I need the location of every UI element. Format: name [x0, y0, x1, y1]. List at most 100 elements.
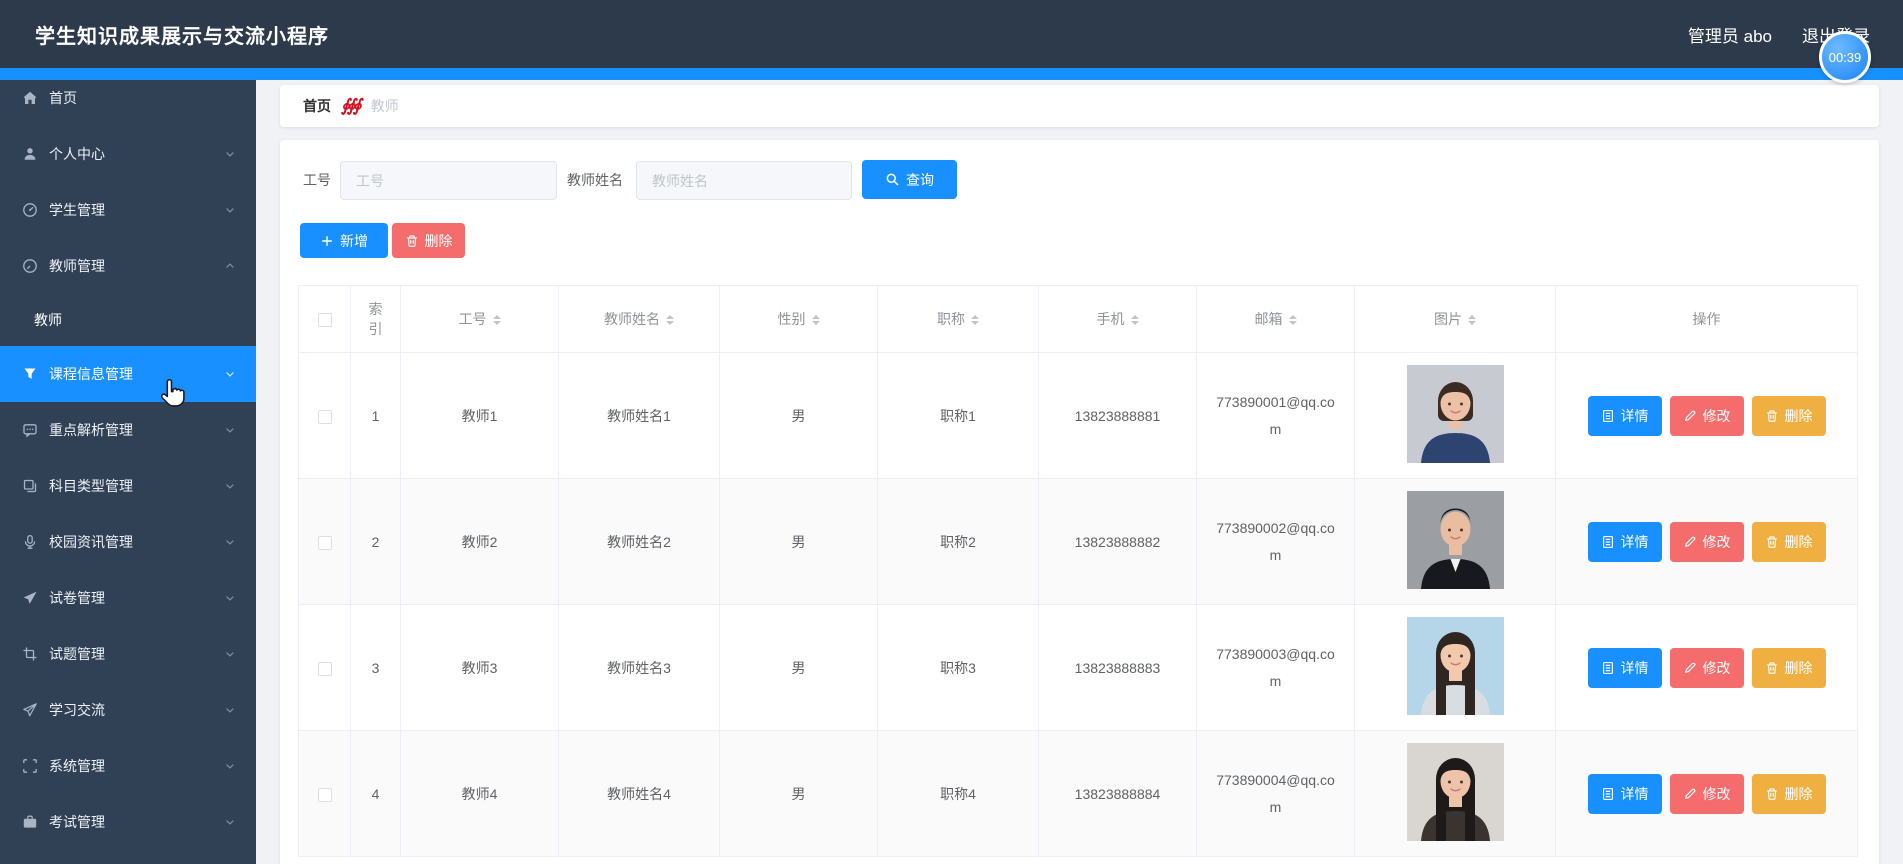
teacher-photo	[1406, 743, 1504, 841]
detail-button[interactable]: 详情	[1587, 521, 1662, 562]
sort-caret-icon[interactable]	[1468, 311, 1476, 329]
trash-icon	[405, 234, 419, 248]
chevron-down-icon	[224, 368, 236, 380]
sidebar-item-label: 个人中心	[49, 146, 105, 162]
cell-title: 职称4	[877, 730, 1039, 857]
table-row: 4 教师4 教师姓名4 男职称4 13823888884 773890004@qq.com…	[298, 730, 1858, 857]
mic-icon	[22, 534, 38, 550]
chevron-down-icon	[224, 424, 236, 436]
edit-button[interactable]: 修改	[1669, 395, 1744, 436]
col-header-label: 邮箱	[1254, 310, 1283, 327]
send-o-icon	[22, 702, 38, 718]
cell-checkbox	[298, 352, 351, 479]
row-checkbox[interactable]	[317, 409, 332, 424]
cell-checkbox	[298, 730, 351, 857]
table-row: 1 教师1 教师姓名1 男职称1 13823888881 773890001@qq.com…	[298, 352, 1858, 479]
search-button[interactable]: 查询	[862, 160, 957, 199]
sidebar-item-course-info-mgmt[interactable]: 课程信息管理	[0, 346, 256, 402]
sidebar-item-subject-type-mgmt[interactable]: 科目类型管理	[0, 458, 256, 514]
sort-caret-icon[interactable]	[666, 311, 674, 329]
content-card: 工号 教师姓名 查询 新增 删除 索引工号教师姓名性别职称手机邮箱图片操作1教师…	[280, 140, 1879, 864]
cell-teacher-name: 教师姓名3	[558, 604, 720, 731]
sort-caret-icon[interactable]	[811, 311, 820, 329]
search-button-label: 查询	[906, 171, 934, 188]
detail-button[interactable]: 详情	[1587, 773, 1662, 814]
cell-phone: 13823888881	[1038, 352, 1197, 479]
sidebar-item-label: 科目类型管理	[49, 478, 133, 494]
sort-caret-icon[interactable]	[492, 311, 501, 329]
crop-icon	[22, 646, 38, 662]
sidebar-item-exam-mgmt[interactable]: 考试管理	[0, 794, 256, 850]
edit-button[interactable]: 修改	[1669, 647, 1744, 688]
document-icon	[1601, 661, 1615, 675]
sidebar-item-exam-paper-mgmt[interactable]: 试卷管理	[0, 570, 256, 626]
sidebar-item-study-exchange[interactable]: 学习交流	[0, 682, 256, 738]
cell-gender: 男	[719, 352, 878, 479]
sidebar-item-teacher[interactable]: 教师	[0, 294, 256, 346]
edit-button[interactable]: 修改	[1669, 521, 1744, 562]
select-all-checkbox[interactable]	[317, 313, 332, 328]
row-delete-button[interactable]: 删除	[1751, 773, 1826, 814]
row-delete-button[interactable]: 删除	[1751, 647, 1826, 688]
job-no-input[interactable]	[340, 161, 557, 200]
plus-icon	[320, 234, 334, 248]
cell-actions: 详情 修改 删除	[1555, 730, 1858, 857]
row-checkbox[interactable]	[317, 535, 332, 550]
sidebar-item-key-analysis-mgmt[interactable]: 重点解析管理	[0, 402, 256, 458]
col-header-label: 性别	[777, 310, 806, 327]
sidebar-item-label: 重点解析管理	[49, 422, 133, 438]
cell-actions: 详情 修改 删除	[1555, 478, 1858, 605]
chevron-down-icon	[224, 148, 236, 160]
cell-job-no: 教师2	[400, 478, 559, 605]
breadcrumb-home-link[interactable]: 首页	[303, 96, 331, 116]
delete-selected-button[interactable]: 删除	[392, 223, 465, 258]
briefcase-icon	[22, 814, 38, 830]
cell-index: 3	[350, 604, 401, 731]
detail-button[interactable]: 详情	[1587, 647, 1662, 688]
cell-job-no: 教师3	[400, 604, 559, 731]
sort-caret-icon[interactable]	[1288, 311, 1297, 329]
teacher-photo	[1406, 617, 1504, 715]
detail-button[interactable]: 详情	[1587, 395, 1662, 436]
document-icon	[1601, 787, 1615, 801]
teacher-name-input[interactable]	[636, 161, 852, 200]
sidebar-item-question-mgmt[interactable]: 试题管理	[0, 626, 256, 682]
sidebar-item-label: 首页	[49, 90, 77, 106]
sidebar-item-student-mgmt[interactable]: 学生管理	[0, 182, 256, 238]
cell-actions: 详情 修改 删除	[1555, 352, 1858, 479]
sidebar-item-system-mgmt[interactable]: 系统管理	[0, 738, 256, 794]
sort-caret-icon[interactable]	[1130, 311, 1139, 329]
add-button[interactable]: 新增	[300, 223, 388, 258]
cell-checkbox	[298, 478, 351, 605]
home-icon	[22, 90, 38, 106]
row-checkbox[interactable]	[317, 661, 332, 676]
teacher-photo	[1406, 365, 1504, 463]
cell-email: 773890001@qq.com	[1196, 352, 1355, 479]
row-checkbox[interactable]	[317, 787, 332, 802]
sidebar-item-profile[interactable]: 个人中心	[0, 126, 256, 182]
edit-button[interactable]: 修改	[1669, 773, 1744, 814]
sidebar-item-campus-news-mgmt[interactable]: 校园资讯管理	[0, 514, 256, 570]
col-header-title: 职称	[877, 285, 1039, 353]
app-title: 学生知识成果展示与交流小程序	[35, 25, 329, 48]
sort-caret-icon[interactable]	[971, 311, 979, 329]
cell-title: 职称1	[877, 352, 1039, 479]
col-header-label: 操作	[1692, 311, 1721, 327]
cell-title: 职称2	[877, 478, 1039, 605]
sidebar-item-teacher-mgmt[interactable]: 教师管理	[0, 238, 256, 294]
breadcrumb-separator-icon: ∮∮∮	[341, 96, 362, 115]
scan-icon	[22, 758, 38, 774]
cell-gender: 男	[719, 730, 878, 857]
row-delete-button[interactable]: 删除	[1751, 395, 1826, 436]
sidebar-item-label: 系统管理	[49, 758, 105, 774]
sidebar-item-label: 学生管理	[49, 202, 105, 218]
row-delete-button[interactable]: 删除	[1751, 521, 1826, 562]
document-icon	[1601, 535, 1615, 549]
cell-index: 1	[350, 352, 401, 479]
gauge-icon	[22, 202, 38, 218]
header-accent-strip	[0, 68, 1903, 80]
admin-user-label[interactable]: 管理员 abo	[1688, 22, 1772, 47]
col-header-label: 索引	[368, 301, 383, 337]
timer-value: 00:39	[1828, 49, 1862, 65]
pie-icon	[22, 258, 38, 274]
